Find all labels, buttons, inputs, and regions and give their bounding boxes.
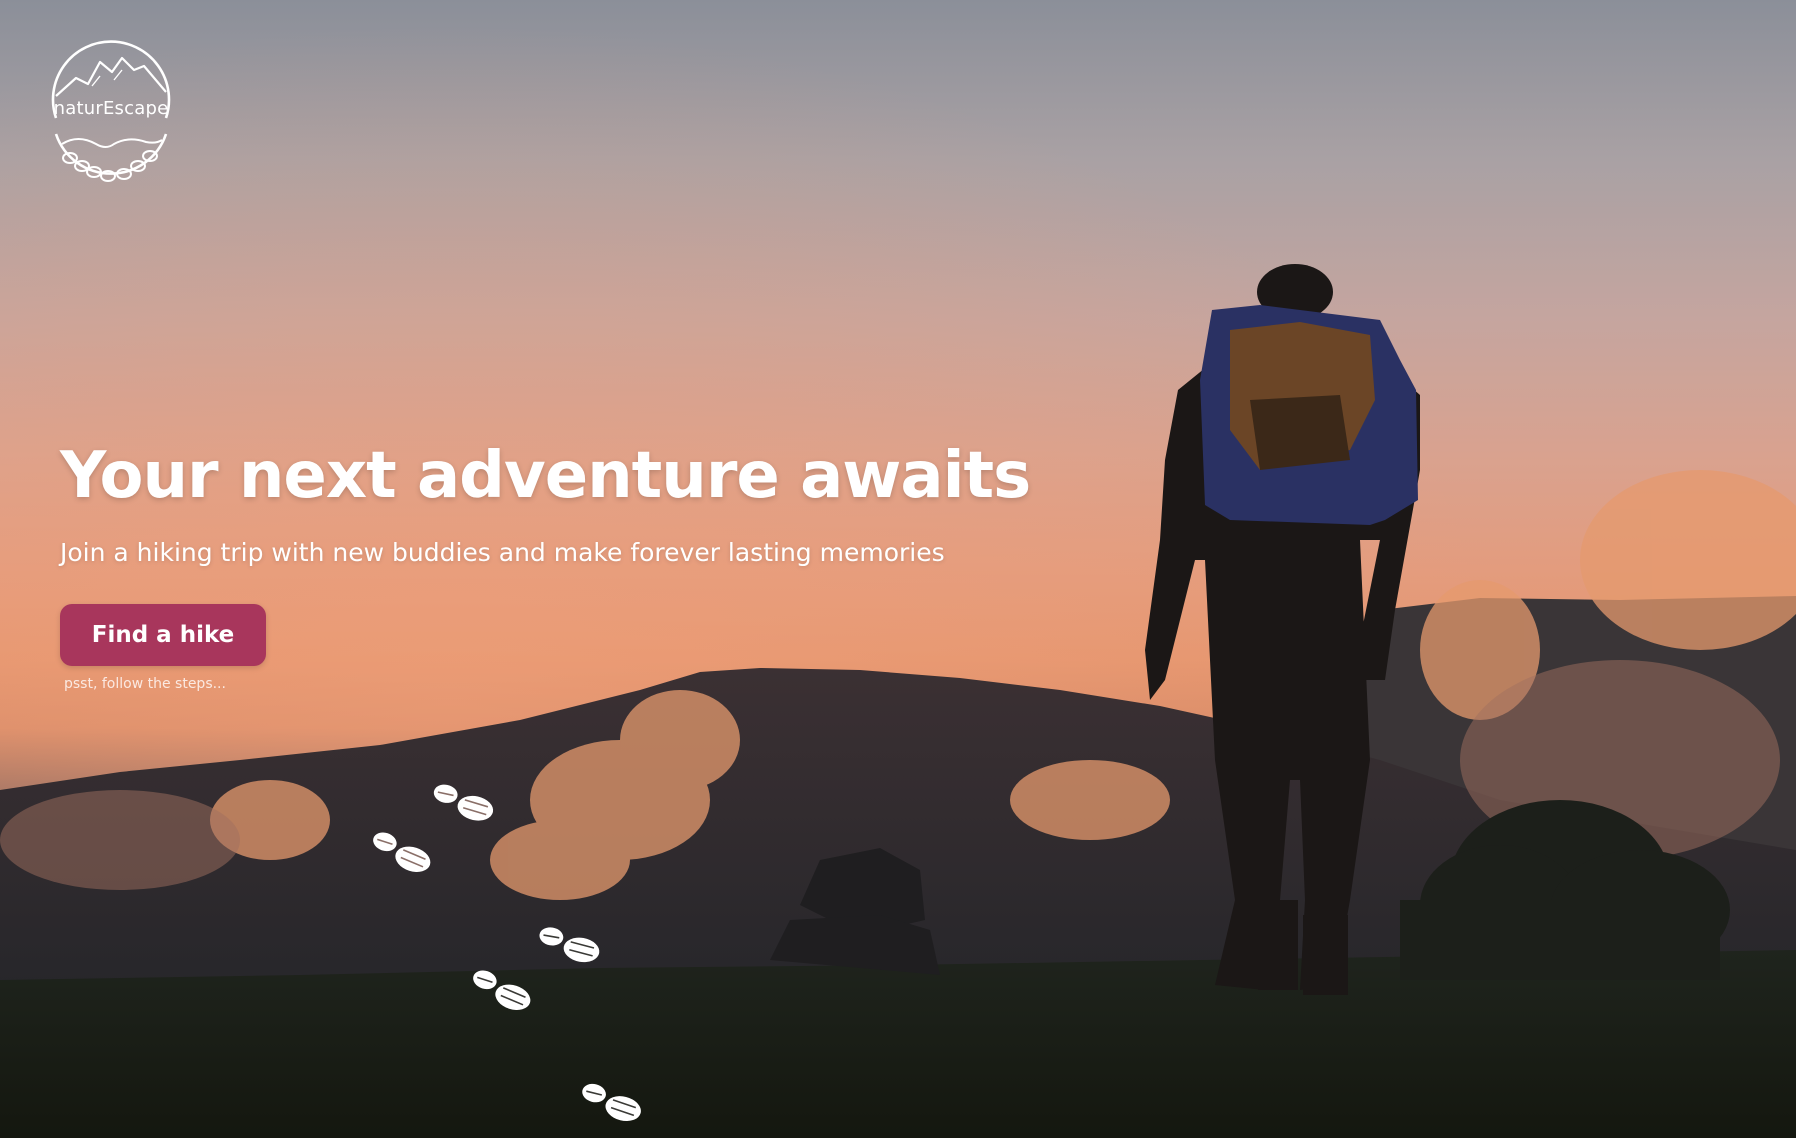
hint-text: psst, follow the steps...: [64, 676, 226, 692]
brand-name: naturEscape: [53, 98, 169, 119]
hero-section: naturEscape Your next adventure awaits J…: [0, 0, 1796, 1138]
background-photo: [0, 0, 1796, 1138]
brand-logo[interactable]: naturEscape: [48, 26, 174, 186]
find-a-hike-button[interactable]: Find a hike: [60, 604, 266, 666]
hero-subheadline: Join a hiking trip with new buddies and …: [60, 538, 945, 567]
hero-headline: Your next adventure awaits: [60, 439, 1031, 513]
